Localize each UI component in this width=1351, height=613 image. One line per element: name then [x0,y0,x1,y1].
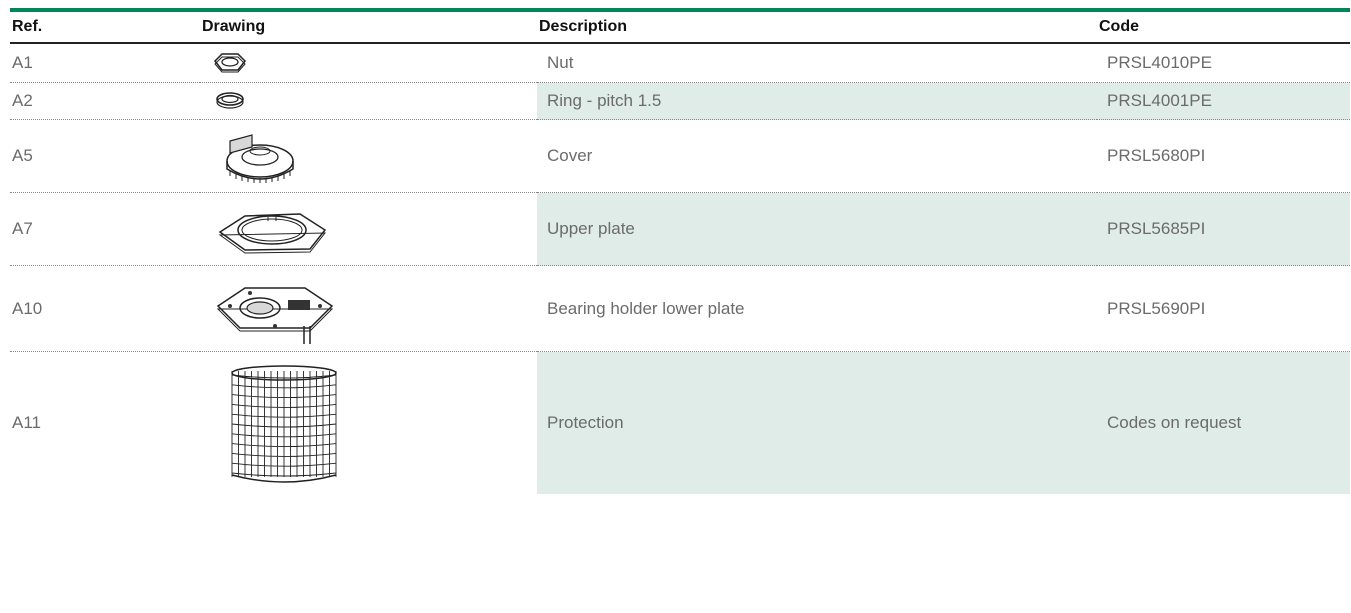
table-row: A7 Upper plate PRSL5685PI [10,192,1350,266]
cell-description: Cover [537,119,1097,193]
header-description: Description [537,12,1097,44]
header-code: Code [1097,12,1350,44]
cell-ref: A5 [10,119,200,193]
parts-table: Ref. Drawing Description Code A1 Nut PRS… [10,12,1350,494]
cell-description: Upper plate [537,192,1097,266]
table-row: A2 Ring - pitch 1.5 PRSL4001PE [10,82,1350,120]
header-ref: Ref. [10,12,200,44]
protection-grid-icon [231,365,337,483]
header-drawing: Drawing [200,12,537,44]
cell-code: PRSL4001PE [1097,82,1350,120]
cell-code: PRSL5680PI [1097,119,1350,193]
cell-drawing [200,43,537,83]
cell-drawing [200,352,537,495]
cell-drawing [200,192,537,266]
cover-icon [226,134,294,183]
table-header-row: Ref. Drawing Description Code [10,12,1350,44]
cell-code: PRSL4010PE [1097,43,1350,83]
table-row: A11 Protection Codes on request [10,351,1350,495]
ring-icon [216,92,244,109]
table-row: A1 Nut PRSL4010PE [10,43,1350,83]
cell-description: Ring - pitch 1.5 [537,82,1097,120]
cell-description: Bearing holder lower plate [537,265,1097,352]
table-row: A10 Bearing holder lower plate PRSL5690P… [10,265,1350,352]
cell-drawing [200,265,537,352]
upper-plate-icon [218,213,327,254]
table-row: A5 Cover PRSL5680PI [10,119,1350,193]
cell-description: Nut [537,43,1097,83]
cell-ref: A11 [12,413,41,432]
cell-code: PRSL5690PI [1097,265,1350,352]
cell-description: Protection [537,351,1097,494]
cell-drawing [200,119,537,193]
cell-code: PRSL5685PI [1097,192,1350,266]
cell-ref: A10 [10,265,200,352]
parts-table-container: Ref. Drawing Description Code A1 Nut PRS… [10,8,1350,494]
bearing-plate-icon [216,286,334,344]
cell-ref: A1 [10,43,200,83]
cell-code: Codes on request [1097,351,1350,494]
cell-ref: A7 [10,192,200,266]
cell-drawing [200,82,537,120]
cell-ref: A2 [10,82,200,120]
hex-nut-icon [214,53,246,73]
